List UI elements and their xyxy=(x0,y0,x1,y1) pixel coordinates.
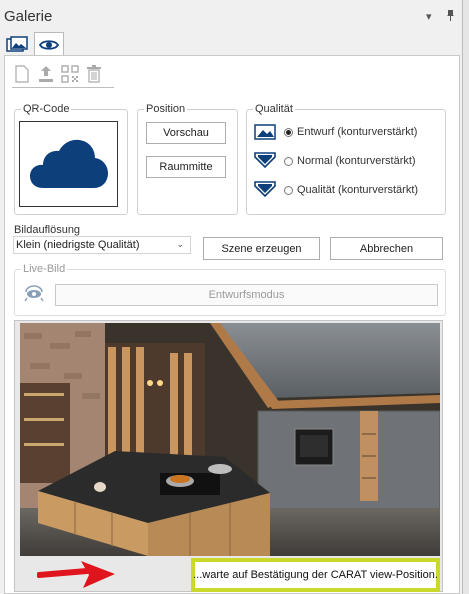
panel-title: Galerie xyxy=(4,8,53,25)
kitchen-render-image xyxy=(20,323,440,556)
quality-option-label: Qualität (konturverstärkt) xyxy=(297,184,419,196)
chevron-down-icon[interactable]: ▾ xyxy=(426,10,432,23)
red-arrow-icon xyxy=(37,561,115,588)
upload-button[interactable] xyxy=(36,63,56,85)
landscape-image-icon xyxy=(254,124,276,140)
resolution-value: Klein (niedrigste Qualität) xyxy=(16,239,140,251)
upload-icon xyxy=(39,66,53,82)
pin-icon[interactable] xyxy=(446,10,455,24)
radio-normal[interactable] xyxy=(284,156,293,166)
qr-code-button[interactable] xyxy=(60,63,80,85)
quality-option-label: Entwurf (konturverstärkt) xyxy=(297,126,418,138)
gallery-images-icon xyxy=(6,36,28,52)
position-legend: Position xyxy=(146,103,186,115)
tab-gallery[interactable] xyxy=(2,32,32,56)
new-document-button[interactable] xyxy=(12,63,32,85)
cloud-icon xyxy=(29,139,108,188)
chevron-down-icon: ⌄ xyxy=(176,239,184,249)
delete-button[interactable] xyxy=(84,63,104,85)
quality-option-draft[interactable]: Entwurf (konturverstärkt) xyxy=(284,126,417,138)
eye-icon xyxy=(39,39,59,50)
radio-quality[interactable] xyxy=(284,185,293,195)
tab-strip xyxy=(0,32,469,56)
qr-code-image xyxy=(19,121,118,207)
toolbar xyxy=(12,63,104,87)
preview-button[interactable]: Vorschau xyxy=(146,122,226,144)
quality-shield-icon xyxy=(254,181,276,197)
generate-scene-button[interactable]: Szene erzeugen xyxy=(203,237,320,260)
trash-icon xyxy=(87,65,101,83)
tab-preview[interactable] xyxy=(34,32,64,56)
room-center-button[interactable]: Raummitte xyxy=(146,156,226,178)
status-message: ...warte auf Bestätigung der CARAT view-… xyxy=(191,558,440,592)
draft-mode-button[interactable]: Entwurfsmodus xyxy=(55,284,438,306)
quality-legend: Qualität xyxy=(255,103,293,115)
quality-option-quality[interactable]: Qualität (konturverstärkt) xyxy=(284,184,418,196)
radio-draft[interactable] xyxy=(284,127,293,137)
qr-code-legend: QR-Code xyxy=(23,103,70,115)
adjacent-panel-edge xyxy=(462,0,469,594)
cancel-button[interactable]: Abbrechen xyxy=(330,237,443,260)
resolution-label: Bildauflösung xyxy=(14,224,81,236)
new-document-icon xyxy=(15,65,29,83)
live-image-legend: Live-Bild xyxy=(23,263,66,275)
quality-option-normal[interactable]: Normal (konturverstärkt) xyxy=(284,155,416,167)
resolution-select[interactable]: Klein (niedrigste Qualität) ⌄ xyxy=(13,236,191,254)
toolbar-divider xyxy=(12,87,114,88)
quality-option-label: Normal (konturverstärkt) xyxy=(297,155,416,167)
live-camera-icon[interactable] xyxy=(22,284,46,302)
quality-shield-icon xyxy=(254,152,276,168)
qr-code-icon xyxy=(61,65,79,83)
